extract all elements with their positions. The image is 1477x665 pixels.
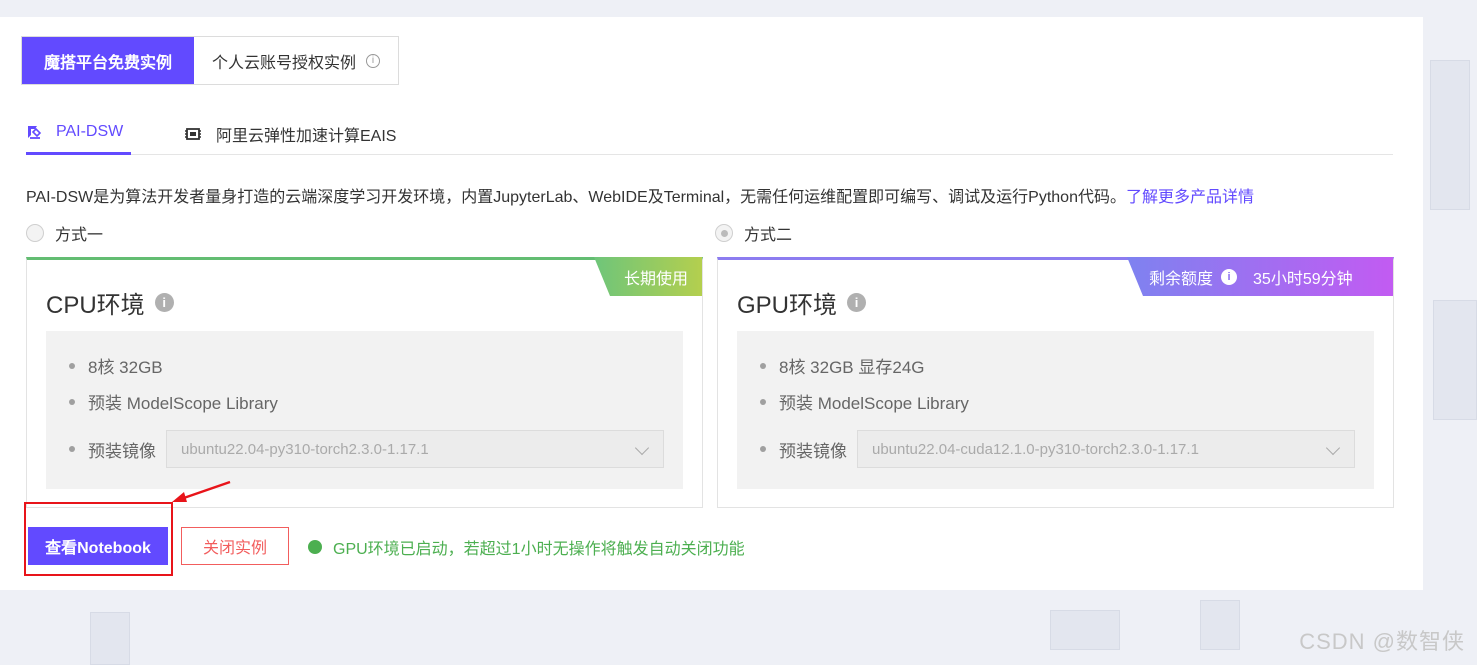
status-message: GPU环境已启动，若超过1小时无操作将触发自动关闭功能 bbox=[308, 535, 745, 559]
info-icon[interactable]: i bbox=[154, 293, 174, 312]
cpu-spec-item: 预装镜像 ubuntu22.04-py310-torch2.3.0-1.17.1 bbox=[69, 430, 664, 468]
view-notebook-button[interactable]: 查看Notebook bbox=[28, 527, 168, 565]
chevron-down-icon bbox=[634, 440, 650, 456]
product-description: PAI-DSW是为算法开发者量身打造的云端深度学习开发环境，内置JupyterL… bbox=[26, 183, 1254, 207]
gpu-spec-item: 8核 32GB 显存24G bbox=[760, 353, 925, 378]
gpu-env-title: GPU环境 i bbox=[737, 285, 867, 320]
gpu-spec-library: 预装 ModelScope Library bbox=[779, 394, 969, 413]
info-icon[interactable]: i bbox=[366, 53, 381, 68]
cpu-image-select[interactable]: ubuntu22.04-py310-torch2.3.0-1.17.1 bbox=[166, 430, 664, 468]
learn-more-link[interactable]: 了解更多产品详情 bbox=[1126, 189, 1254, 206]
gpu-env-title-text: GPU环境 bbox=[737, 292, 838, 319]
cpu-image-label: 预装镜像 bbox=[88, 441, 156, 461]
tab-pai-dsw[interactable]: PAI-DSW bbox=[26, 112, 131, 155]
bullet-icon bbox=[69, 398, 75, 405]
dsw-icon bbox=[28, 126, 42, 139]
tab-pai-dsw-label: PAI-DSW bbox=[56, 123, 124, 140]
gpu-spec-item: 预装镜像 ubuntu22.04-cuda12.1.0-py310-torch2… bbox=[760, 430, 1355, 468]
cpu-spec-cores: 8核 32GB bbox=[88, 358, 163, 377]
cpu-spec-item: 8核 32GB bbox=[69, 353, 163, 378]
tab-eais[interactable]: 阿里云弹性加速计算EAIS bbox=[184, 112, 396, 155]
product-tabs: PAI-DSW 阿里云弹性加速计算EAIS bbox=[26, 112, 1393, 155]
tab-free-instance-label: 魔搭平台免费实例 bbox=[43, 54, 172, 72]
info-icon[interactable]: i bbox=[847, 293, 867, 312]
tab-personal-instance-label: 个人云账号授权实例 bbox=[212, 54, 357, 72]
cpu-spec-library: 预装 ModelScope Library bbox=[88, 394, 278, 413]
chip-icon bbox=[185, 127, 201, 140]
info-icon[interactable]: i bbox=[1221, 268, 1238, 285]
option2-radio[interactable]: 方式二 bbox=[715, 221, 792, 245]
gpu-image-label: 预装镜像 bbox=[779, 441, 847, 461]
bullet-icon bbox=[760, 362, 766, 369]
cpu-image-value: ubuntu22.04-py310-torch2.3.0-1.17.1 bbox=[181, 440, 429, 458]
tab-free-instance[interactable]: 魔搭平台免费实例 bbox=[22, 37, 194, 84]
cpu-env-title-text: CPU环境 bbox=[46, 292, 145, 319]
long-term-badge: 长期使用 bbox=[594, 257, 702, 296]
bullet-icon bbox=[760, 446, 766, 452]
cpu-spec-item: 预装 ModelScope Library bbox=[69, 389, 278, 414]
gpu-spec-box: 8核 32GB 显存24G 预装 ModelScope Library 预装镜像… bbox=[737, 331, 1374, 489]
gpu-env-panel: 剩余额度 i 35小时59分钟 GPU环境 i 8核 32GB 显存24G 预装… bbox=[717, 257, 1394, 508]
bullet-icon bbox=[69, 446, 75, 452]
option1-label: 方式一 bbox=[55, 227, 104, 244]
radio-unchecked-icon[interactable] bbox=[26, 224, 44, 242]
long-term-badge-label: 长期使用 bbox=[623, 270, 688, 288]
tab-eais-label: 阿里云弹性加速计算EAIS bbox=[216, 127, 397, 145]
cpu-env-panel: 长期使用 CPU环境 i 8核 32GB 预装 ModelScope Libra… bbox=[26, 257, 703, 508]
radio-checked-icon[interactable] bbox=[715, 224, 733, 242]
gpu-spec-cores: 8核 32GB 显存24G bbox=[779, 358, 925, 377]
quota-badge: 剩余额度 i 35小时59分钟 bbox=[1127, 257, 1393, 296]
chevron-down-icon bbox=[1325, 440, 1341, 456]
bullet-icon bbox=[760, 398, 766, 405]
watermark: CSDN @数智侠 bbox=[1299, 629, 1465, 654]
description-text: PAI-DSW是为算法开发者量身打造的云端深度学习开发环境，内置JupyterL… bbox=[26, 189, 1126, 206]
gpu-image-value: ubuntu22.04-cuda12.1.0-py310-torch2.3.0-… bbox=[872, 440, 1199, 458]
cpu-spec-box: 8核 32GB 预装 ModelScope Library 预装镜像 ubunt… bbox=[46, 331, 683, 489]
status-text: GPU环境已启动，若超过1小时无操作将触发自动关闭功能 bbox=[333, 541, 745, 558]
cpu-env-title: CPU环境 i bbox=[46, 285, 174, 320]
quota-badge-value: 35小时59分钟 bbox=[1253, 270, 1353, 288]
bullet-icon bbox=[69, 362, 75, 369]
gpu-image-select[interactable]: ubuntu22.04-cuda12.1.0-py310-torch2.3.0-… bbox=[857, 430, 1355, 468]
close-instance-button[interactable]: 关闭实例 bbox=[181, 527, 289, 565]
annotation-arrow-icon bbox=[172, 480, 231, 502]
gpu-spec-item: 预装 ModelScope Library bbox=[760, 389, 969, 414]
option2-label: 方式二 bbox=[744, 227, 793, 244]
mode-tabs: 魔搭平台免费实例 个人云账号授权实例 i bbox=[21, 36, 400, 85]
option1-radio[interactable]: 方式一 bbox=[26, 221, 103, 245]
quota-badge-label: 剩余额度 bbox=[1149, 270, 1214, 288]
tab-personal-instance[interactable]: 个人云账号授权实例 i bbox=[194, 37, 399, 84]
status-dot-icon bbox=[308, 540, 322, 554]
